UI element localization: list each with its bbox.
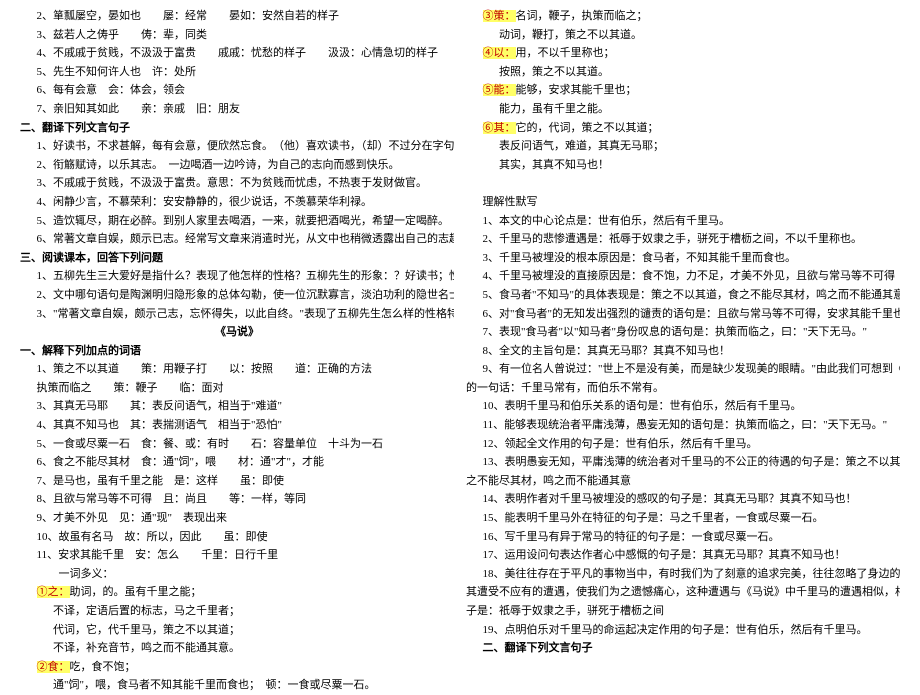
vocab-item: 2、箪瓢屡空，晏如也 屡：经常 晏如：安然自若的样子 (20, 8, 454, 26)
dictation-item: 19、点明伯乐对千里马的命运起决定作用的句子是：世有伯乐，然后有千里马。 (466, 622, 900, 640)
glossary-item: 1、策之不以其道 策：用鞭子打 以：按照 道：正确的方法 (20, 361, 454, 379)
dictation-item: 15、能表明千里马外在特征的句子是：马之千里者，一食或尽粟一石。 (466, 510, 900, 528)
left-column: 2、箪瓢屡空，晏如也 屡：经常 晏如：安然自若的样子 3、兹若人之俦乎 俦：辈，… (14, 8, 460, 642)
question-item: 3、"常著文章自娱，颇示己志，忘怀得失，以此自终。"表现了五柳先生怎么样的性格特… (20, 306, 454, 324)
dictation-item: 13、表明愚妄无知，平庸浅薄的统治者对千里马的不公正的待遇的句子是：策之不以其道… (466, 454, 900, 472)
polysemy-sub: 通"饲"，喂，食马者不知其能千里而食也； 顿：一食或尽粟一石。 (20, 677, 454, 695)
index-marker: ③策： (483, 10, 516, 22)
translation-item: 2、衔觞赋诗，以乐其志。 一边喝酒一边吟诗，为自己的志向而感到快乐。 (20, 157, 454, 175)
dictation-item: 1、本文的中心论点是：世有伯乐，然后有千里马。 (466, 213, 900, 231)
dictation-item: 16、写千里马有异于常马的特征的句子是：一食或尽粟一石。 (466, 529, 900, 547)
dictation-item: 3、千里马被埋没的根本原因是：食马者，不知其能千里而食也。 (466, 250, 900, 268)
section-heading: 三、阅读课本，回答下列问题 (20, 250, 454, 268)
dictation-item: 11、能够表现统治者平庸浅薄，愚妄无知的语句是：执策而临之，曰："天下无马。" (466, 417, 900, 435)
dictation-item: 6、对"食马者"的无知发出强烈的谴责的语句是：且欲与常马等不可得，安求其能千里也… (466, 306, 900, 324)
translation-item: 5、造饮辄尽，期在必醉。到别人家里去喝酒，一来，就要把酒喝光，希望一定喝醉。 (20, 213, 454, 231)
translation-item: 4、闲静少言，不慕荣利：安安静静的，很少说话，不羡慕荣华利禄。 (20, 194, 454, 212)
dictation-item-cont: 其遭受不应有的遭遇，使我们为之遗憾痛心，这种遭遇与《马说》中千里马的遭遇相似，相… (466, 584, 900, 602)
question-item: 1、五柳先生三大爱好是指什么？表现了他怎样的性格？五柳先生的形象：？好读书；性嗜… (20, 268, 454, 286)
polysemy-item: ⑥其：它的，代词，策之不以其道； (466, 120, 900, 138)
glossary-item: 7、是马也，虽有千里之能 是：这样 虽：即使 (20, 473, 454, 491)
glossary-item: 11、安求其能千里 安：怎么 千里：日行千里 (20, 547, 454, 565)
index-marker: ②食： (37, 661, 70, 673)
index-marker: ④以： (483, 47, 516, 59)
blank-line (466, 175, 900, 193)
polysemy-sub: 不译，补充音节，鸣之而不能通其意。 (20, 640, 454, 658)
section-heading: 一、解释下列加点的词语 (20, 343, 454, 361)
section-heading: 理解性默写 (466, 194, 900, 212)
glossary-item: 10、故虽有名马 故：所以，因此 虽：即使 (20, 529, 454, 547)
dictation-item-cont: 之不能尽其材，鸣之而不能通其意 (466, 473, 900, 491)
dictation-item: 9、有一位名人曾说过："世上不是没有美，而是缺少发现美的眼睛。"由此我们可想到《… (466, 361, 900, 379)
polysemy-text: 名词，鞭子，执策而临之； (516, 10, 648, 22)
glossary-item: 9、才美不外见 见：通"现" 表现出来 (20, 510, 454, 528)
section-heading: 二、翻译下列文言句子 (20, 120, 454, 138)
polysemy-text: 用，不以千里称也； (516, 47, 615, 59)
dictation-item: 18、美往往存在于平凡的事物当中，有时我们为了刻意的追求完美，往往忽略了身边的美… (466, 566, 900, 584)
dictation-item: 10、表明千里马和伯乐关系的语句是：世有伯乐，然后有千里马。 (466, 398, 900, 416)
polysemy-sub: 表反问语气，难道，其真无马耶； (466, 138, 900, 156)
glossary-item: 5、一食或尽粟一石 食：餐、或：有时 石：容量单位 十斗为一石 (20, 436, 454, 454)
section-heading: 二、翻译下列文言句子 (466, 640, 900, 658)
polysemy-sub: 动词，鞭打，策之不以其道。 (466, 27, 900, 45)
right-column: ③策：名词，鞭子，执策而临之； 动词，鞭打，策之不以其道。 ④以：用，不以千里称… (460, 8, 906, 642)
translation-item: 6、常著文章自娱，颇示已志。经常写文章来消遣时光，从文中也稍微透露出自己的志趣。 (20, 231, 454, 249)
dictation-item: 12、领起全文作用的句子是：世有伯乐，然后有千里马。 (466, 436, 900, 454)
glossary-item: 执策而临之 策：鞭子 临：面对 (20, 380, 454, 398)
vocab-item: 4、不戚戚于贫贱，不汲汲于富贵 戚戚：忧愁的样子 汲汲：心情急切的样子 (20, 45, 454, 63)
glossary-item: 3、其真无马耶 其：表反问语气，相当于"难道" (20, 398, 454, 416)
polysemy-text: 吃，食不饱； (70, 661, 136, 673)
vocab-item: 5、先生不知何许人也 许：处所 (20, 64, 454, 82)
question-item: 2、文中哪句语句是陶渊明归隐形象的总体勾勒，使一位沉默寡言，淡泊功利的隐世名士飘… (20, 287, 454, 305)
glossary-item: 6、食之不能尽其材 食：通"饲"，喂 材：通"才"，才能 (20, 454, 454, 472)
polysemy-heading: 一词多义： (20, 566, 454, 584)
polysemy-sub: 代词，它，代千里马，策之不以其道； (20, 622, 454, 640)
polysemy-item: ④以：用，不以千里称也； (466, 45, 900, 63)
polysemy-sub: 其实，其真不知马也！ (466, 157, 900, 175)
dictation-item: 4、千里马被埋没的直接原因是：食不饱，力不足，才美不外见，且欲与常马等不可得 (466, 268, 900, 286)
polysemy-sub: 按照，策之不以其道。 (466, 64, 900, 82)
index-marker: ①之： (37, 586, 70, 598)
vocab-item: 3、兹若人之俦乎 俦：辈，同类 (20, 27, 454, 45)
polysemy-item: ①之：助词，的。虽有千里之能； (20, 584, 454, 602)
translation-item: 3、不戚戚于贫贱，不汲汲于富贵。意思：不为贫贱而忧虑，不热衷于发财做官。 (20, 175, 454, 193)
glossary-item: 8、且欲与常马等不可得 且：尚且 等：一样，等同 (20, 491, 454, 509)
vocab-item: 7、亲旧知其如此 亲：亲戚 旧：朋友 (20, 101, 454, 119)
dictation-item: 7、表现"食马者"以"知马者"身份叹息的语句是：执策而临之，曰："天下无马。" (466, 324, 900, 342)
polysemy-sub: 能力，虽有千里之能。 (466, 101, 900, 119)
dictation-item-cont: 子是：祇辱于奴隶之手，骈死于槽枥之间 (466, 603, 900, 621)
index-marker: ⑥其： (483, 122, 516, 134)
dictation-item: 2、千里马的悲惨遭遇是：祇辱于奴隶之手，骈死于槽枥之间，不以千里称也。 (466, 231, 900, 249)
glossary-item: 4、其真不知马也 其：表揣测语气 相当于"恐怕" (20, 417, 454, 435)
polysemy-item: ⑤能：能够，安求其能千里也； (466, 82, 900, 100)
translation-item: 1、好读书，不求甚解，每有会意，便欣然忘食。 （他）喜欢读书，（却）不过分在字句… (20, 138, 454, 156)
polysemy-sub: 不译，定语后置的标志，马之千里者； (20, 603, 454, 621)
article-title: 《马说》 (20, 324, 454, 342)
dictation-item: 8、全文的主旨句是：其真无马耶？其真不知马也！ (466, 343, 900, 361)
dictation-item: 14、表明作者对千里马被埋没的感叹的句子是：其真无马耶？其真不知马也！ (466, 491, 900, 509)
dictation-item: 5、食马者"不知马"的具体表现是：策之不以其道，食之不能尽其材，鸣之而不能通其意 (466, 287, 900, 305)
index-marker: ⑤能： (483, 84, 516, 96)
polysemy-item: ②食：吃，食不饱； (20, 659, 454, 677)
polysemy-text: 助词，的。虽有千里之能； (70, 586, 202, 598)
dictation-item: 17、运用设问句表达作者心中感慨的句子是：其真无马耶？其真不知马也！ (466, 547, 900, 565)
vocab-item: 6、每有会意 会：体会，领会 (20, 82, 454, 100)
polysemy-text: 它的，代词，策之不以其道； (516, 122, 659, 134)
dictation-item-cont: 的一句话：千里马常有，而伯乐不常有。 (466, 380, 900, 398)
polysemy-item: ③策：名词，鞭子，执策而临之； (466, 8, 900, 26)
polysemy-text: 能够，安求其能千里也； (516, 84, 637, 96)
